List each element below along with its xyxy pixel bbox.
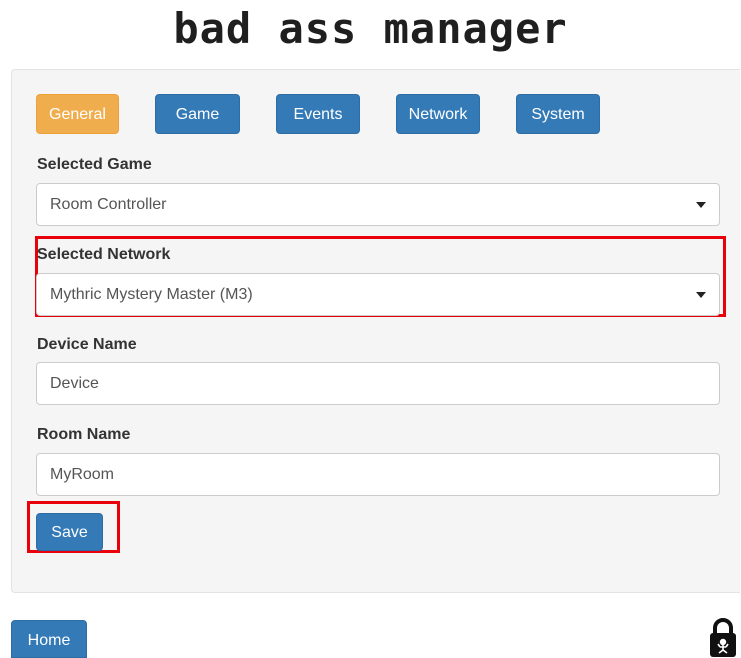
- device-name-field[interactable]: [36, 362, 720, 405]
- selected-game-select[interactable]: Room Controller: [36, 183, 720, 226]
- tab-game[interactable]: Game: [155, 94, 240, 134]
- chevron-down-icon: [696, 202, 706, 208]
- selected-game-value: Room Controller: [50, 196, 167, 213]
- chevron-down-icon: [696, 292, 706, 298]
- selected-network-label: Selected Network: [37, 246, 171, 263]
- tab-system[interactable]: System: [516, 94, 600, 134]
- selected-network-value: Mythric Mystery Master (M3): [50, 286, 253, 303]
- padlock-icon[interactable]: [707, 617, 739, 658]
- save-button[interactable]: Save: [36, 513, 103, 551]
- device-name-label: Device Name: [37, 336, 137, 353]
- tab-general[interactable]: General: [36, 94, 119, 134]
- selected-game-label: Selected Game: [37, 156, 152, 173]
- selected-network-select[interactable]: Mythric Mystery Master (M3): [36, 273, 720, 316]
- tab-network[interactable]: Network: [396, 94, 480, 134]
- settings-panel: [11, 69, 740, 593]
- tab-events[interactable]: Events: [276, 94, 360, 134]
- room-name-field[interactable]: [36, 453, 720, 496]
- home-button[interactable]: Home: [11, 620, 87, 658]
- app-title: bad ass manager: [173, 4, 568, 53]
- room-name-label: Room Name: [37, 426, 131, 443]
